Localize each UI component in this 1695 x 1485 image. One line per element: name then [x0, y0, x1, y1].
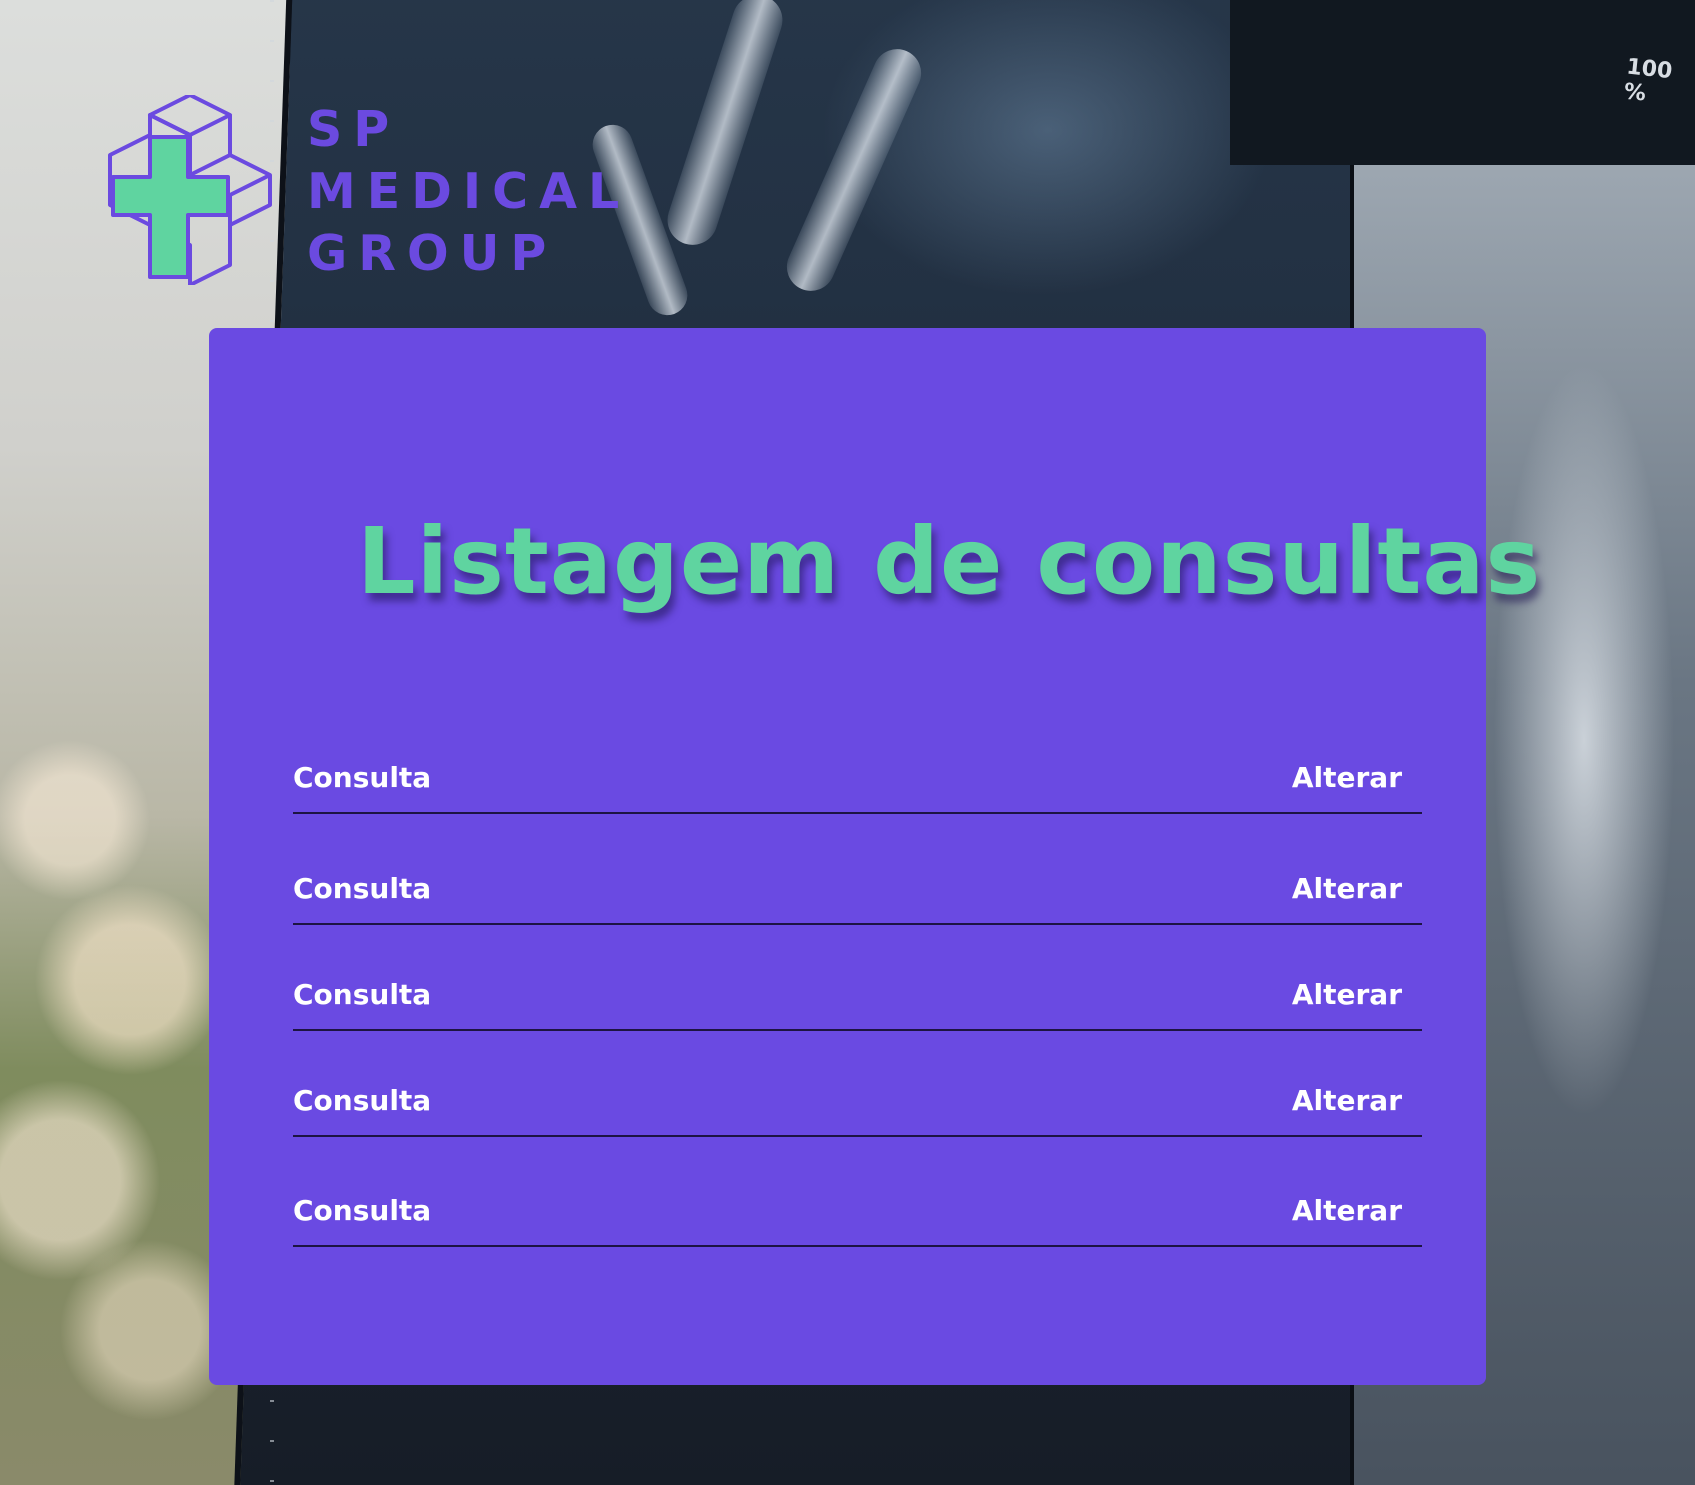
- brand-logo: SP MEDICAL GROUP: [105, 95, 705, 295]
- brand-name: SP MEDICAL GROUP: [307, 99, 630, 285]
- brand-line-sp: SP: [307, 101, 401, 158]
- brand-line-group: GROUP: [307, 225, 558, 282]
- alterar-link[interactable]: Alterar: [1292, 1194, 1402, 1227]
- consulta-label: Consulta: [293, 978, 432, 1011]
- consulta-label: Consulta: [293, 761, 432, 794]
- page-title: Listagem de consultas: [357, 508, 1542, 615]
- consulta-label: Consulta: [293, 872, 432, 905]
- alterar-link[interactable]: Alterar: [1292, 978, 1402, 1011]
- consultas-card: Listagem de consultas Consulta Alterar C…: [209, 328, 1540, 1385]
- zoom-level-label: 100 %: [1622, 54, 1674, 107]
- alterar-link[interactable]: Alterar: [1292, 1084, 1402, 1117]
- consulta-label: Consulta: [293, 1084, 432, 1117]
- alterar-link[interactable]: Alterar: [1292, 761, 1402, 794]
- consulta-row: Consulta Alterar: [293, 1084, 1422, 1137]
- alterar-link[interactable]: Alterar: [1292, 872, 1402, 905]
- consulta-label: Consulta: [293, 1194, 432, 1227]
- consulta-row: Consulta Alterar: [293, 761, 1422, 814]
- consulta-row: Consulta Alterar: [293, 872, 1422, 925]
- consulta-row: Consulta Alterar: [293, 1194, 1422, 1247]
- consulta-row: Consulta Alterar: [293, 978, 1422, 1031]
- medical-cross-icon: [108, 95, 272, 285]
- brand-line-medical: MEDICAL: [307, 163, 631, 220]
